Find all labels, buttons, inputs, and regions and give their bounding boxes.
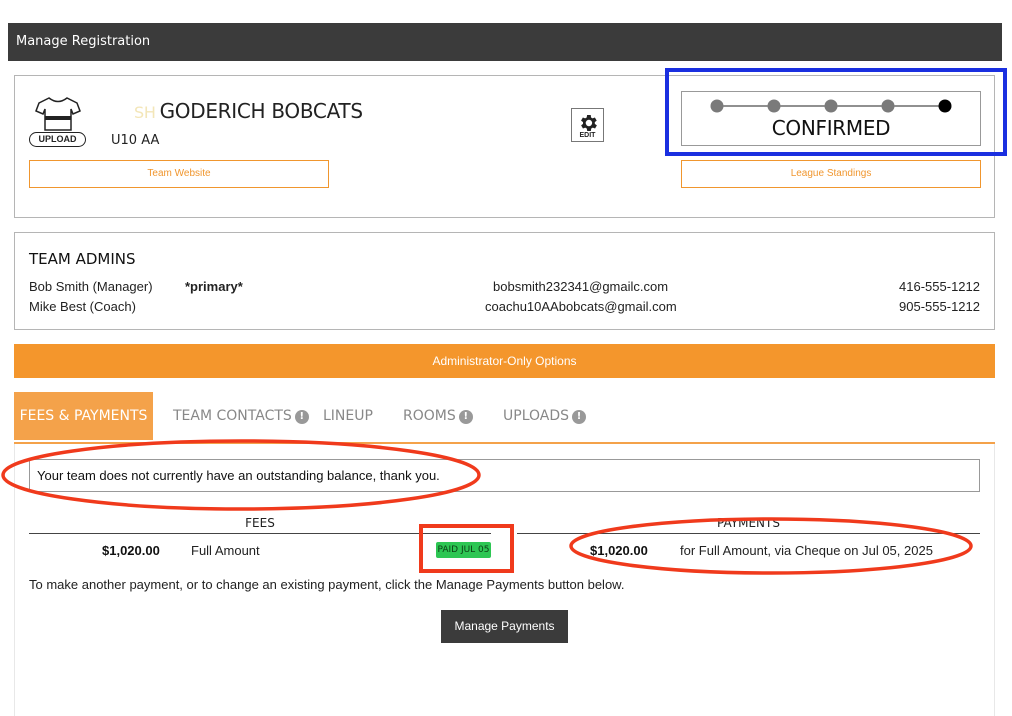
admin-phone: 416-555-1212 [899, 279, 980, 294]
alert-icon: ! [458, 410, 473, 424]
tab-label: FEES & PAYMENTS [19, 408, 148, 424]
tab-fees-payments[interactable]: FEES & PAYMENTS [14, 392, 153, 440]
team-admins-card: TEAM ADMINS Bob Smith (Manager) *primary… [14, 232, 995, 330]
tab-uploads[interactable]: UPLOADS! [503, 392, 587, 440]
admin-name: Bob Smith (Manager) [29, 279, 153, 294]
team-name: SH GODERICH BOBCATS [134, 99, 363, 123]
team-name-text: GODERICH BOBCATS [159, 99, 363, 123]
admin-name: Mike Best (Coach) [29, 299, 136, 314]
jersey-icon [35, 97, 81, 131]
team-division: U10 AA [111, 133, 160, 148]
jersey-upload[interactable]: UPLOAD [29, 96, 87, 148]
admin-phone: 905-555-1212 [899, 299, 980, 314]
tab-label: LINEUP [323, 408, 373, 424]
admin-options-button[interactable]: Administrator-Only Options [14, 344, 995, 378]
fee-amount: $1,020.00 [102, 543, 160, 558]
tab-bar: FEES & PAYMENTS TEAM CONTACTS! LINEUP RO… [14, 392, 995, 444]
payment-description: for Full Amount, via Cheque on Jul 05, 2… [680, 543, 933, 558]
upload-button[interactable]: UPLOAD [29, 132, 86, 147]
team-admins-title: TEAM ADMINS [29, 250, 136, 268]
fee-description: Full Amount [191, 543, 260, 558]
edit-label: EDIT [579, 132, 596, 139]
tab-label: UPLOADS [503, 408, 570, 424]
manage-payments-button[interactable]: Manage Payments [441, 610, 568, 643]
fees-header: FEES [245, 516, 275, 530]
payment-amount: $1,020.00 [590, 543, 648, 558]
tab-team-contacts[interactable]: TEAM CONTACTS! [173, 392, 309, 440]
tab-label: ROOMS [403, 408, 456, 424]
annotation-blue-box [665, 68, 1007, 156]
team-website-button[interactable]: Team Website [29, 160, 329, 188]
page-title-bar: Manage Registration [8, 23, 1002, 61]
gear-icon [580, 115, 597, 131]
edit-team-button[interactable]: EDIT [571, 108, 604, 142]
fees-header-rule [29, 533, 491, 534]
admin-email[interactable]: bobsmith232341@gmailc.com [493, 279, 668, 294]
payments-header: PAYMENTS [717, 516, 780, 530]
alert-icon: ! [572, 410, 587, 424]
team-name-prefix: SH [134, 103, 156, 122]
admin-email[interactable]: coachu10AAbobcats@gmail.com [485, 299, 677, 314]
league-standings-button[interactable]: League Standings [681, 160, 981, 188]
payments-header-rule [517, 533, 980, 534]
tab-rooms[interactable]: ROOMS! [403, 392, 473, 440]
admin-primary-tag: *primary* [185, 279, 243, 294]
paid-status-badge: PAID JUL 05 [436, 542, 491, 558]
tab-lineup[interactable]: LINEUP [323, 392, 373, 440]
manage-payments-help: To make another payment, or to change an… [29, 577, 625, 592]
balance-message: Your team does not currently have an out… [29, 459, 980, 492]
alert-icon: ! [294, 410, 309, 424]
page-title: Manage Registration [16, 34, 151, 49]
tab-label: TEAM CONTACTS [173, 408, 292, 424]
